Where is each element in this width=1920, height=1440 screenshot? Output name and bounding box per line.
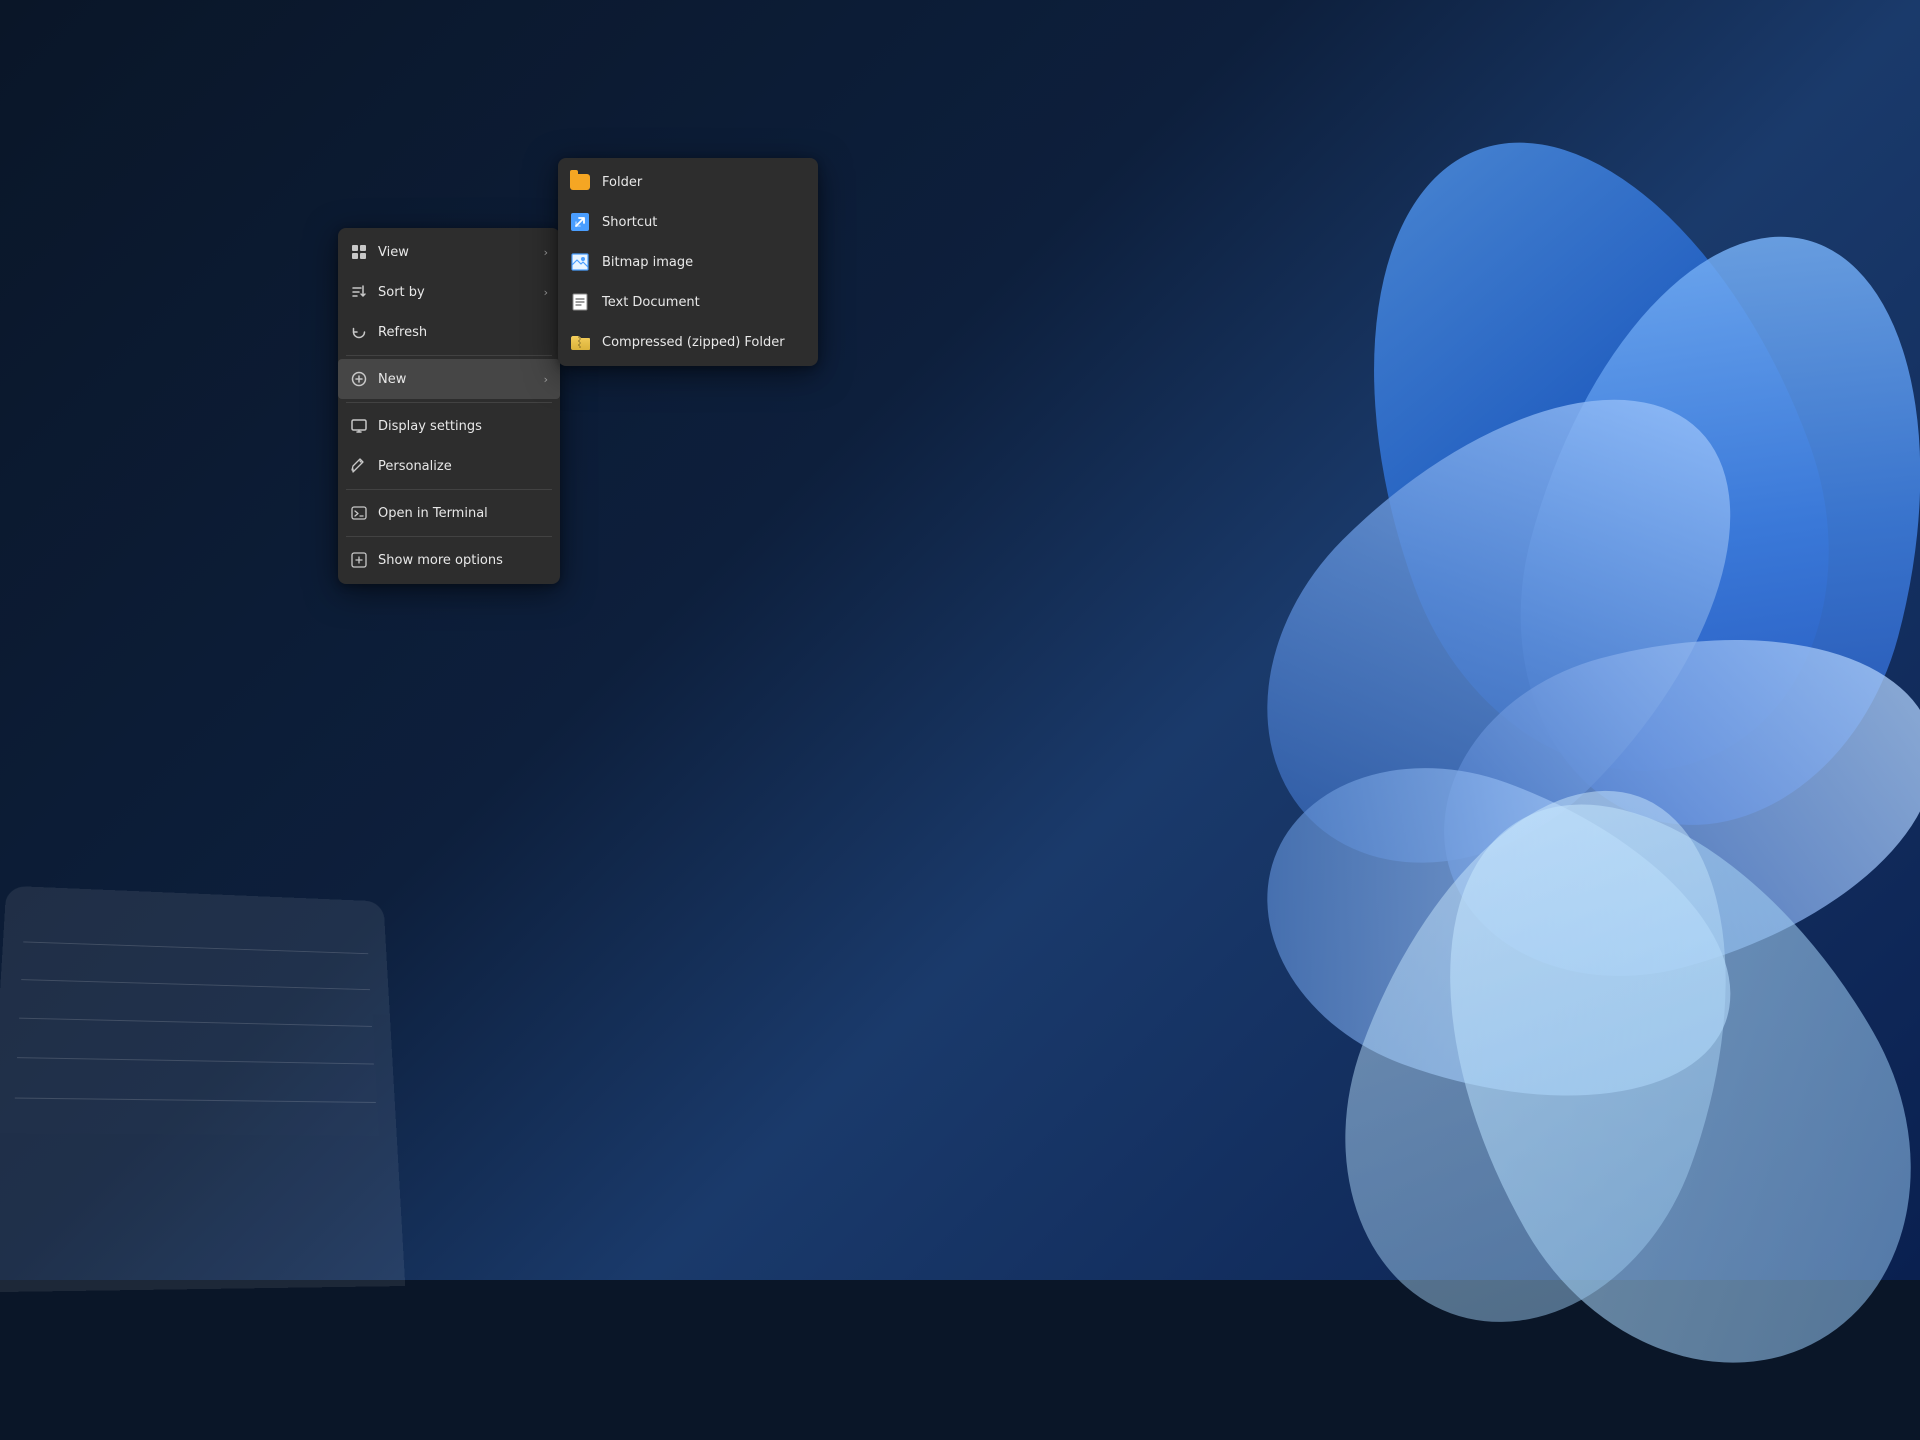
refresh-label: Refresh <box>378 325 548 340</box>
separator-2 <box>346 402 552 403</box>
view-icon <box>350 243 368 261</box>
new-label: New <box>378 372 534 387</box>
text-doc-icon <box>570 292 590 312</box>
menu-item-personalize[interactable]: Personalize <box>338 446 560 486</box>
show-more-icon <box>350 551 368 569</box>
sort-by-label: Sort by <box>378 285 534 300</box>
new-arrow: › <box>544 373 548 386</box>
wallpaper <box>0 0 1920 1280</box>
refresh-icon <box>350 323 368 341</box>
view-arrow: › <box>544 246 548 259</box>
context-menu: View › Sort by › Refresh <box>338 228 560 584</box>
folder-icon <box>570 172 590 192</box>
terminal-icon <box>350 504 368 522</box>
view-label: View <box>378 245 534 260</box>
menu-item-show-more[interactable]: Show more options <box>338 540 560 580</box>
new-icon <box>350 370 368 388</box>
notebook-decoration <box>0 886 405 1293</box>
display-icon <box>350 417 368 435</box>
bitmap-label: Bitmap image <box>602 255 693 270</box>
compressed-label: Compressed (zipped) Folder <box>602 335 785 350</box>
separator-4 <box>346 536 552 537</box>
menu-item-new[interactable]: New › <box>338 359 560 399</box>
submenu-item-compressed[interactable]: Compressed (zipped) Folder <box>558 322 818 362</box>
separator-3 <box>346 489 552 490</box>
menu-item-view[interactable]: View › <box>338 232 560 272</box>
submenu-item-text-doc[interactable]: Text Document <box>558 282 818 322</box>
personalize-icon <box>350 457 368 475</box>
shortcut-label: Shortcut <box>602 215 657 230</box>
submenu-item-bitmap[interactable]: Bitmap image <box>558 242 818 282</box>
display-settings-label: Display settings <box>378 419 548 434</box>
submenu-item-shortcut[interactable]: Shortcut <box>558 202 818 242</box>
bitmap-icon <box>570 252 590 272</box>
submenu-new: Folder Shortcut Bitmap image <box>558 158 818 366</box>
separator-1 <box>346 355 552 356</box>
compressed-icon <box>570 332 590 352</box>
open-terminal-label: Open in Terminal <box>378 506 548 521</box>
menu-item-sort-by[interactable]: Sort by › <box>338 272 560 312</box>
show-more-label: Show more options <box>378 553 548 568</box>
sort-by-arrow: › <box>544 286 548 299</box>
menu-item-open-terminal[interactable]: Open in Terminal <box>338 493 560 533</box>
menu-item-refresh[interactable]: Refresh <box>338 312 560 352</box>
text-doc-label: Text Document <box>602 295 700 310</box>
submenu-item-folder[interactable]: Folder <box>558 162 818 202</box>
light-petals <box>1220 680 1920 1280</box>
folder-label: Folder <box>602 175 642 190</box>
shortcut-icon <box>570 212 590 232</box>
sort-icon <box>350 283 368 301</box>
menu-item-display-settings[interactable]: Display settings <box>338 406 560 446</box>
personalize-label: Personalize <box>378 459 548 474</box>
